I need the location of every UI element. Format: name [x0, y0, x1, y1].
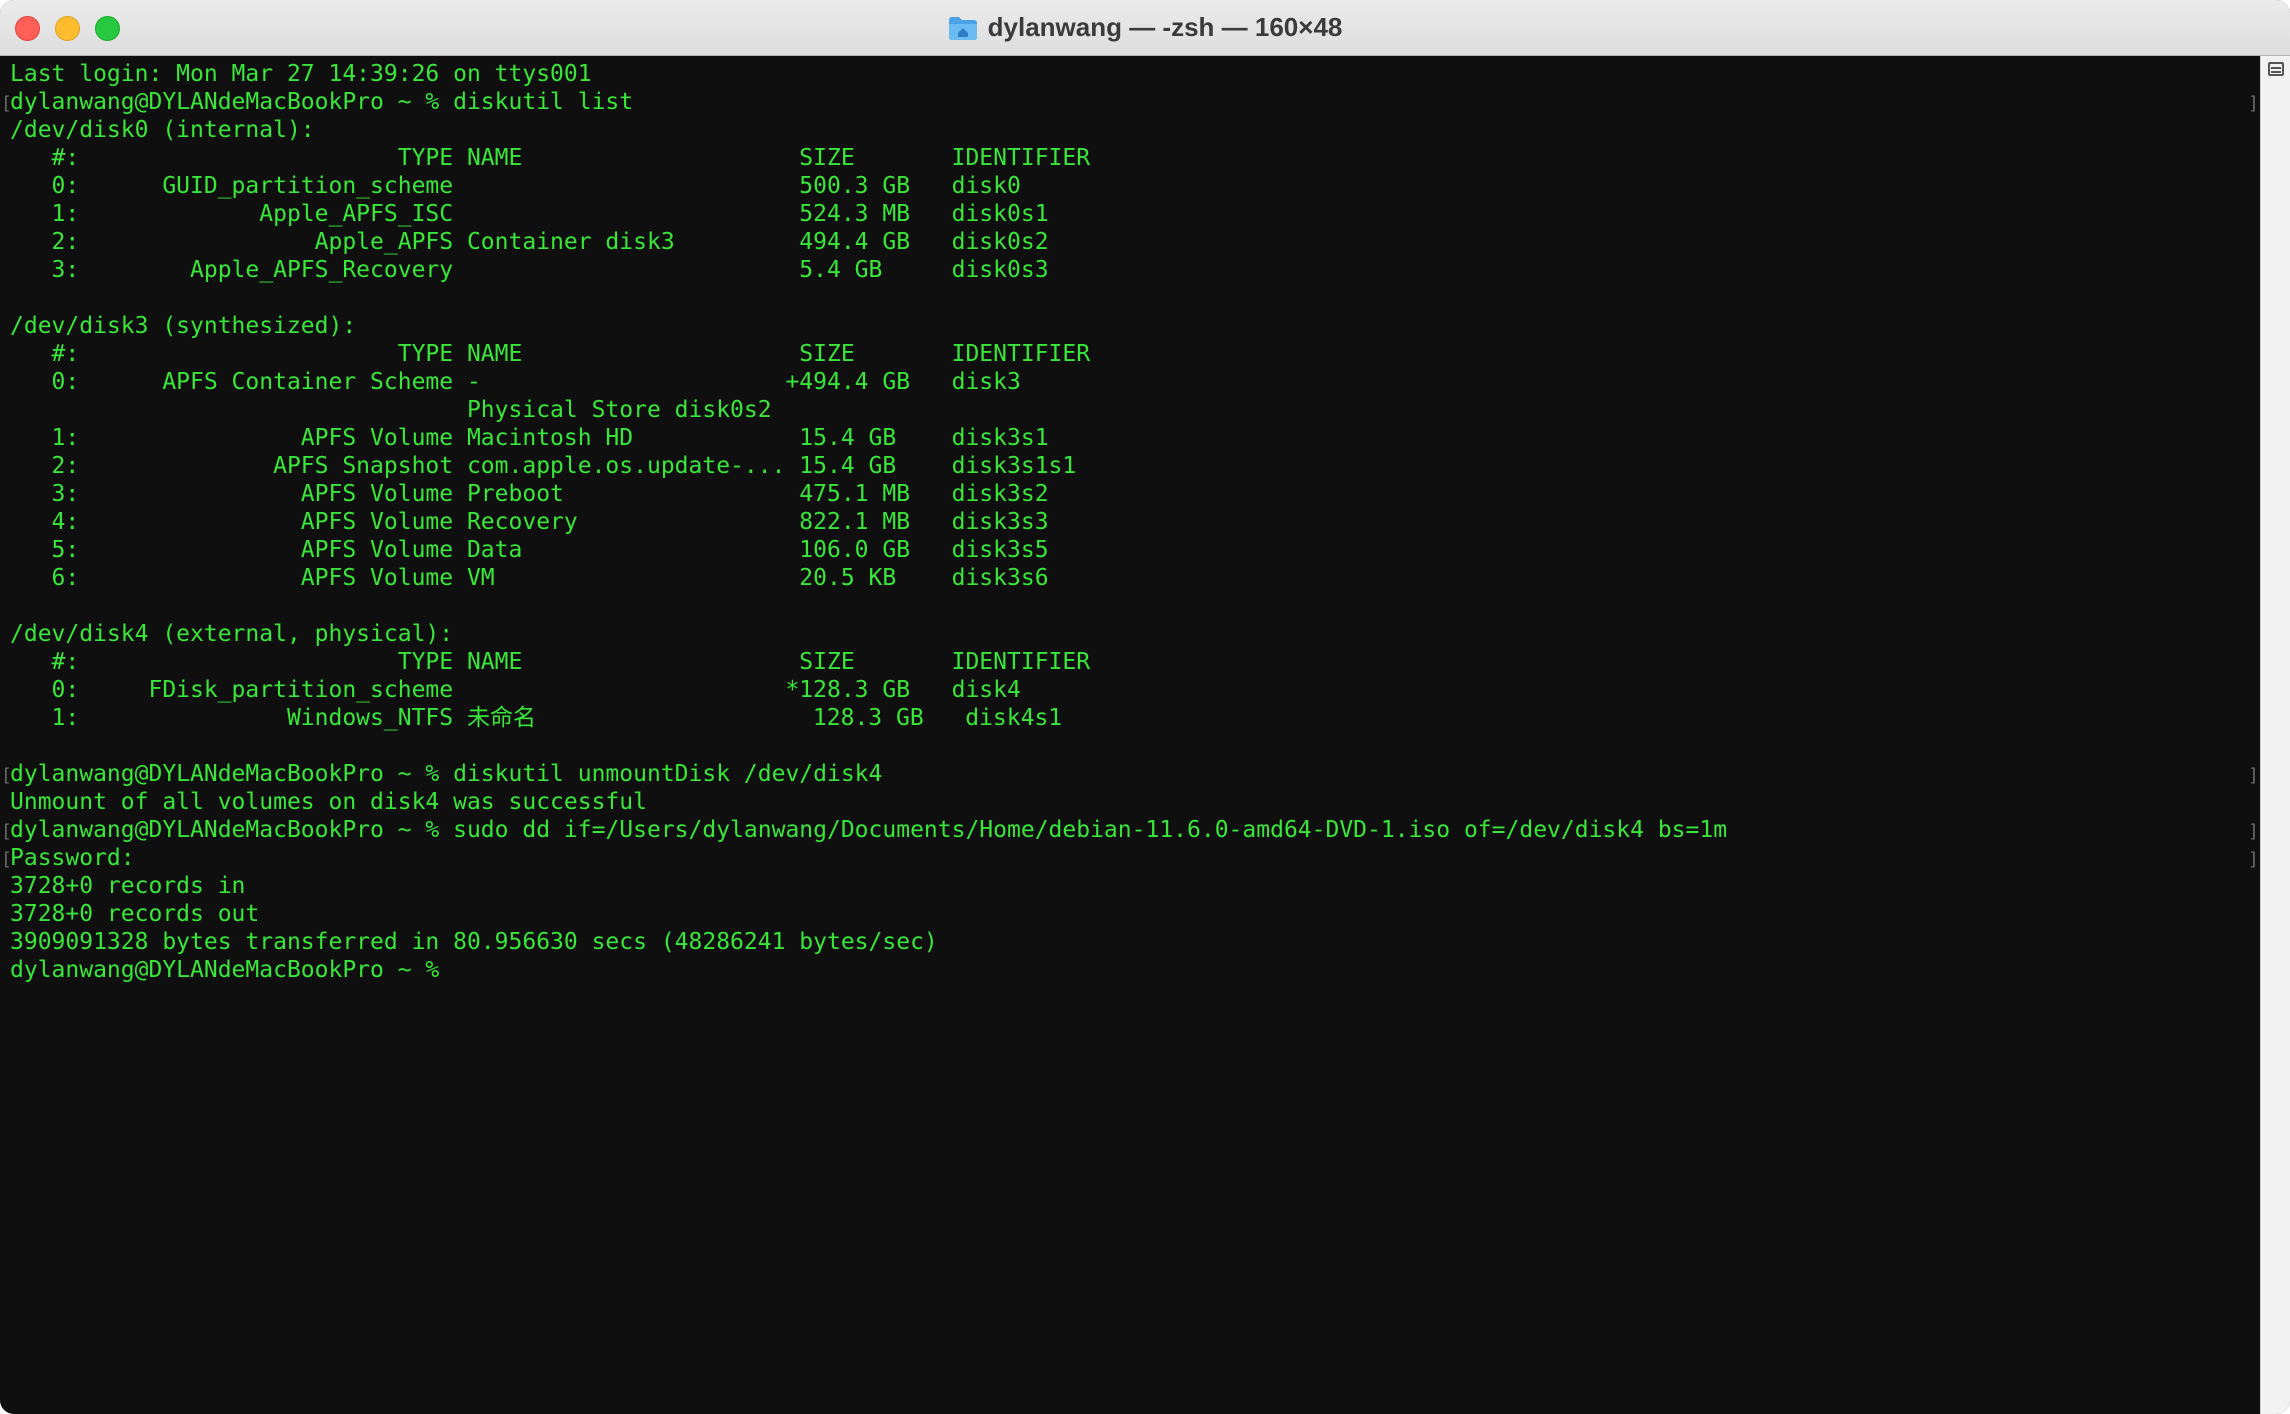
command-mark-icon: [ — [1, 821, 12, 842]
terminal-line-text: 3728+0 records out — [10, 901, 260, 927]
command-mark-icon: [ — [1, 765, 12, 786]
terminal-line-text: dylanwang@DYLANdeMacBookPro ~ % diskutil… — [10, 89, 634, 115]
terminal-line: 1: Apple_APFS_ISC 524.3 MB disk0s1 — [0, 200, 2260, 228]
terminal-line: [] dylanwang@DYLANdeMacBookPro ~ % diskut… — [0, 88, 2260, 116]
terminal-line: 3: APFS Volume Preboot 475.1 MB disk3s2 — [0, 480, 2260, 508]
terminal-line-text: 3728+0 records in — [10, 873, 246, 899]
terminal-line: 0: GUID_partition_scheme 500.3 GB disk0 — [0, 172, 2260, 200]
command-mark-end-icon: ] — [2248, 821, 2259, 842]
terminal-line: [] dylanwang@DYLANdeMacBookPro ~ % sudo d… — [0, 816, 2260, 844]
terminal-line-text: dylanwang@DYLANdeMacBookPro ~ % diskutil… — [10, 761, 883, 787]
terminal-line: 4: APFS Volume Recovery 822.1 MB disk3s3 — [0, 508, 2260, 536]
terminal-line: #: TYPE NAME SIZE IDENTIFIER — [0, 340, 2260, 368]
terminal-line-text: /dev/disk4 (external, physical): — [10, 621, 454, 647]
terminal-line-text: 4: APFS Volume Recovery 822.1 MB disk3s3 — [10, 509, 1049, 535]
terminal-window: dylanwang — -zsh — 160×48 Last login: Mo… — [0, 0, 2290, 1414]
terminal-line-text: 6: APFS Volume VM 20.5 KB disk3s6 — [10, 565, 1049, 591]
terminal-line-text: Password: — [10, 845, 135, 871]
terminal-line: 6: APFS Volume VM 20.5 KB disk3s6 — [0, 564, 2260, 592]
terminal-line-text: 2: Apple_APFS Container disk3 494.4 GB d… — [10, 229, 1049, 255]
command-mark-icon: [ — [1, 93, 12, 114]
terminal-line: /dev/disk0 (internal): — [0, 116, 2260, 144]
folder-home-icon — [948, 15, 978, 41]
terminal-line-text: /dev/disk0 (internal): — [10, 117, 315, 143]
terminal-line-text: #: TYPE NAME SIZE IDENTIFIER — [10, 649, 1091, 675]
command-mark-icon: [ — [1, 849, 12, 870]
command-mark-end-icon: ] — [2248, 765, 2259, 786]
terminal-line: /dev/disk4 (external, physical): — [0, 620, 2260, 648]
terminal-line-text: 0: FDisk_partition_scheme *128.3 GB disk… — [10, 677, 1021, 703]
window-title: dylanwang — -zsh — 160×48 — [987, 12, 1343, 42]
command-mark-end-icon: ] — [2248, 849, 2259, 870]
terminal-line-text: 3909091328 bytes transferred in 80.95663… — [10, 929, 938, 955]
terminal-line: 0: APFS Container Scheme - +494.4 GB dis… — [0, 368, 2260, 396]
terminal-line: 2: Apple_APFS Container disk3 494.4 GB d… — [0, 228, 2260, 256]
command-mark-end-icon: ] — [2248, 93, 2259, 114]
terminal-line: 5: APFS Volume Data 106.0 GB disk3s5 — [0, 536, 2260, 564]
terminal-line-text: /dev/disk3 (synthesized): — [10, 313, 357, 339]
terminal-line-text: 1: Apple_APFS_ISC 524.3 MB disk0s1 — [10, 201, 1049, 227]
terminal-line-text: 0: APFS Container Scheme - +494.4 GB dis… — [10, 369, 1021, 395]
title-bar[interactable]: dylanwang — -zsh — 160×48 — [0, 0, 2290, 56]
terminal-line-text: 0: GUID_partition_scheme 500.3 GB disk0 — [10, 173, 1021, 199]
terminal-line: #: TYPE NAME SIZE IDENTIFIER — [0, 648, 2260, 676]
terminal-line: [] dylanwang@DYLANdeMacBookPro ~ % diskut… — [0, 760, 2260, 788]
terminal-line-text: Physical Store disk0s2 — [10, 397, 772, 423]
terminal-line-text: 2: APFS Snapshot com.apple.os.update-...… — [10, 453, 1077, 479]
terminal-line-text: dylanwang@DYLANdeMacBookPro ~ % sudo dd … — [10, 817, 1728, 843]
terminal-line-text: #: TYPE NAME SIZE IDENTIFIER — [10, 341, 1091, 367]
terminal-line-text: Last login: Mon Mar 27 14:39:26 on ttys0… — [10, 61, 592, 87]
terminal-line: [] Password: — [0, 844, 2260, 872]
scrollbar[interactable] — [2260, 56, 2290, 1414]
terminal-line: /dev/disk3 (synthesized): — [0, 312, 2260, 340]
terminal-line-text: 1: Windows_NTFS 未命名 128.3 GB disk4s1 — [10, 705, 1063, 731]
terminal-line-text: dylanwang@DYLANdeMacBookPro ~ % — [10, 957, 454, 983]
terminal-line-text: 5: APFS Volume Data 106.0 GB disk3s5 — [10, 537, 1049, 563]
terminal-output[interactable]: Last login: Mon Mar 27 14:39:26 on ttys0… — [0, 56, 2260, 1414]
terminal-line: 2: APFS Snapshot com.apple.os.update-...… — [0, 452, 2260, 480]
terminal-line: Physical Store disk0s2 — [0, 396, 2260, 424]
terminal-line: Unmount of all volumes on disk4 was succ… — [0, 788, 2260, 816]
terminal-line: 0: FDisk_partition_scheme *128.3 GB disk… — [0, 676, 2260, 704]
terminal-line-text: 1: APFS Volume Macintosh HD 15.4 GB disk… — [10, 425, 1049, 451]
terminal-line-text: 3: Apple_APFS_Recovery 5.4 GB disk0s3 — [10, 257, 1049, 283]
terminal-line-text: Unmount of all volumes on disk4 was succ… — [10, 789, 647, 815]
terminal-line: 1: Windows_NTFS 未命名 128.3 GB disk4s1 — [0, 704, 2260, 732]
terminal-line: 3: Apple_APFS_Recovery 5.4 GB disk0s3 — [0, 256, 2260, 284]
terminal-line: dylanwang@DYLANdeMacBookPro ~ % — [0, 956, 2260, 984]
terminal-line: 3728+0 records in — [0, 872, 2260, 900]
window-title-group: dylanwang — -zsh — 160×48 — [0, 0, 2290, 55]
terminal-line-text: 3: APFS Volume Preboot 475.1 MB disk3s2 — [10, 481, 1049, 507]
terminal-line: 3728+0 records out — [0, 900, 2260, 928]
terminal-line: 3909091328 bytes transferred in 80.95663… — [0, 928, 2260, 956]
terminal-line-text: #: TYPE NAME SIZE IDENTIFIER — [10, 145, 1091, 171]
terminal-line: Last login: Mon Mar 27 14:39:26 on ttys0… — [0, 60, 2260, 88]
split-pane-icon[interactable] — [2268, 62, 2284, 76]
terminal-line: #: TYPE NAME SIZE IDENTIFIER — [0, 144, 2260, 172]
terminal-line: 1: APFS Volume Macintosh HD 15.4 GB disk… — [0, 424, 2260, 452]
